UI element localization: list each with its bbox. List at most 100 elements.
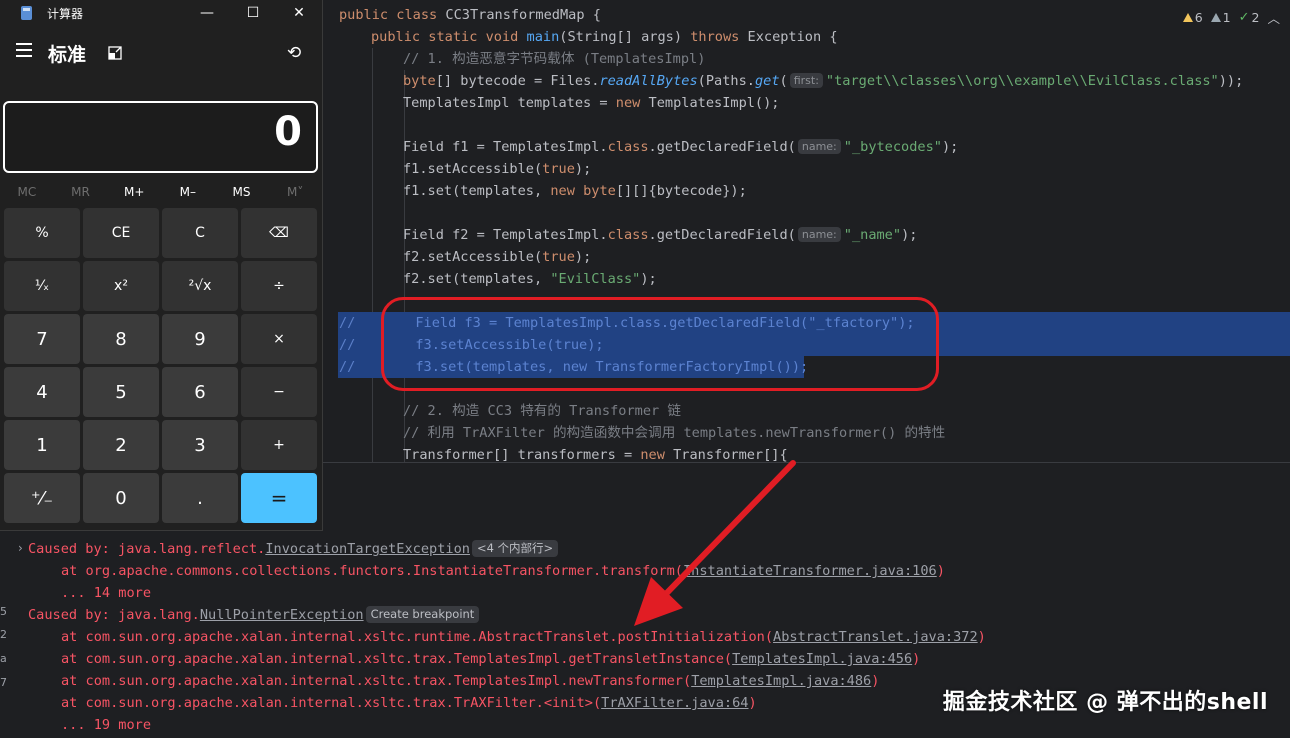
keyword: class [607, 139, 649, 155]
code-text: Field f2 = TemplatesImpl. [403, 227, 608, 243]
code-line[interactable]: public class CC3TransformedMap { [339, 4, 601, 26]
multiply-key[interactable]: × [241, 314, 317, 364]
minimize-button[interactable]: — [184, 0, 230, 28]
gutter-mark: a [0, 652, 7, 665]
source-link[interactable]: TemplatesImpl.java:486 [691, 673, 871, 689]
history-icon[interactable]: ⟲ [287, 43, 301, 63]
digit-5-key[interactable]: 5 [83, 367, 159, 417]
weak-warning-count[interactable]: 1 [1210, 10, 1231, 25]
gutter-mark: 7 [0, 676, 7, 689]
code-comment: // 2. 构造 CC3 特有的 Transformer 链 [403, 403, 681, 419]
create-breakpoint-button[interactable]: Create breakpoint [365, 606, 480, 623]
digit-8-key[interactable]: 8 [83, 314, 159, 364]
keyword: true [542, 161, 575, 177]
close-button[interactable]: ✕ [276, 0, 322, 28]
typo-check-icon: ✓ [1238, 9, 1250, 25]
code-text: f1.set(templates, [403, 183, 551, 199]
code-text: [] bytecode = Files. [435, 73, 600, 89]
divide-key[interactable]: ÷ [241, 261, 317, 311]
code-text: ); [941, 139, 959, 155]
code-line[interactable]: f1.setAccessible(true); [403, 158, 591, 180]
parameter-hint: first: [789, 73, 823, 88]
typo-count[interactable]: ✓ 2 [1239, 10, 1260, 25]
keyword: public class [339, 7, 438, 23]
digit-6-key[interactable]: 6 [162, 367, 238, 417]
calculator-mode-title: 标准 [48, 44, 87, 66]
negate-key[interactable]: ⁺⁄₋ [4, 473, 80, 523]
code-text: Exception { [739, 29, 838, 45]
code-text: ); [901, 227, 918, 243]
inspection-widget[interactable]: 6 1 ✓ 2 ︿ [1182, 6, 1280, 28]
reciprocal-key[interactable]: ¹⁄ₓ [4, 261, 80, 311]
parameter-hint: name: [797, 227, 841, 242]
subtract-key[interactable]: − [241, 367, 317, 417]
source-link[interactable]: InstantiateTransformer.java:106 [683, 563, 937, 579]
exception-link[interactable]: NullPointerException [200, 607, 364, 623]
source-link[interactable]: AbstractTranslet.java:372 [773, 629, 978, 645]
code-line[interactable]: Field f1 = TemplatesImpl.class.getDeclar… [403, 136, 958, 158]
warning-count[interactable]: 6 [1182, 10, 1203, 25]
hamburger-menu-icon[interactable] [16, 43, 32, 57]
keypad: % CE C ⌫ ¹⁄ₓ x² ²√x ÷ 7 8 9 × 4 5 6− 1 2 3 + ⁺⁄₋ 0. = [4, 208, 318, 526]
code-text: .getDeclaredField( [648, 227, 796, 243]
console-line: at com.sun.org.apache.xalan.internal.xsl… [61, 695, 757, 711]
maximize-button[interactable]: ☐ [230, 0, 276, 28]
digit-3-key[interactable]: 3 [162, 420, 238, 470]
memory-button[interactable]: MS [215, 182, 269, 202]
console-line: ... 14 more [61, 585, 152, 601]
string-literal: "EvilClass" [550, 271, 641, 287]
code-text: f2.set(templates, [403, 271, 551, 287]
code-line[interactable]: Transformer[] transformers = new Transfo… [403, 444, 788, 462]
chevron-up-icon[interactable]: ︿ [1267, 8, 1280, 27]
source-link[interactable]: TemplatesImpl.java:456 [732, 651, 912, 667]
backspace-key[interactable]: ⌫ [241, 208, 317, 258]
code-line[interactable]: byte[] bytecode = Files.readAllBytes(Pat… [403, 70, 1243, 92]
code-text: f2.setAccessible( [403, 249, 543, 265]
keyword: throws [690, 29, 740, 45]
add-key[interactable]: + [241, 420, 317, 470]
code-text: ); [640, 271, 657, 287]
keyword: class [607, 227, 649, 243]
digit-7-key[interactable]: 7 [4, 314, 80, 364]
code-line[interactable]: public static void main(String[] args) t… [371, 26, 838, 48]
digit-9-key[interactable]: 9 [162, 314, 238, 364]
code-text: TemplatesImpl(); [640, 95, 780, 111]
keyword: byte [574, 183, 616, 199]
keep-on-top-icon[interactable] [108, 46, 122, 60]
clear-key[interactable]: C [162, 208, 238, 258]
calculator-window[interactable]: 计算器 — ☐ ✕ 标准 ⟲ 0 MC MR M+ M– MS M˅ % CE C ⌫ ¹⁄ₓ x²… [0, 0, 323, 531]
percent-key[interactable]: % [4, 208, 80, 258]
code-comment: // 利用 TrAXFilter 的构造函数中会调用 templates.new… [403, 425, 946, 441]
square-key[interactable]: x² [83, 261, 159, 311]
digit-1-key[interactable]: 1 [4, 420, 80, 470]
indent-guide [372, 48, 373, 462]
keyword: byte [403, 73, 436, 89]
collapsed-frames-badge[interactable]: <4 个内部行> [471, 540, 559, 557]
memory-button[interactable]: M+ [107, 182, 161, 202]
code-line[interactable]: f1.set(templates, new byte[][]{bytecode}… [403, 180, 747, 202]
code-line[interactable]: Field f2 = TemplatesImpl.class.getDeclar… [403, 224, 917, 246]
code-text: TemplatesImpl templates = [403, 95, 616, 111]
square-root-key[interactable]: ²√x [162, 261, 238, 311]
fold-chevron-icon[interactable]: › [18, 541, 23, 555]
digit-4-key[interactable]: 4 [4, 367, 80, 417]
decimal-key[interactable]: . [162, 473, 238, 523]
equals-key[interactable]: = [241, 473, 317, 523]
source-link[interactable]: TrAXFilter.java:64 [601, 695, 748, 711]
digit-0-key[interactable]: 0 [83, 473, 159, 523]
memory-button[interactable]: M– [161, 182, 215, 202]
console-line: at com.sun.org.apache.xalan.internal.xsl… [61, 673, 880, 689]
exception-link[interactable]: InvocationTargetException [265, 541, 470, 557]
calculator-display: 0 [3, 101, 318, 173]
comment-marker: // [339, 315, 356, 331]
code-line[interactable]: f2.set(templates, "EvilClass"); [403, 268, 657, 290]
code-text: [][]{bytecode}); [615, 183, 747, 199]
digit-2-key[interactable]: 2 [83, 420, 159, 470]
parameter-hint: name: [797, 139, 841, 154]
console-line: Caused by: java.lang.reflect.InvocationT… [28, 538, 559, 560]
code-line[interactable]: TemplatesImpl templates = new TemplatesI… [403, 92, 780, 114]
code-line[interactable]: f2.setAccessible(true); [403, 246, 591, 268]
warning-icon [1182, 12, 1193, 22]
code-text: Transformer[]{ [664, 447, 788, 462]
clear-entry-key[interactable]: CE [83, 208, 159, 258]
